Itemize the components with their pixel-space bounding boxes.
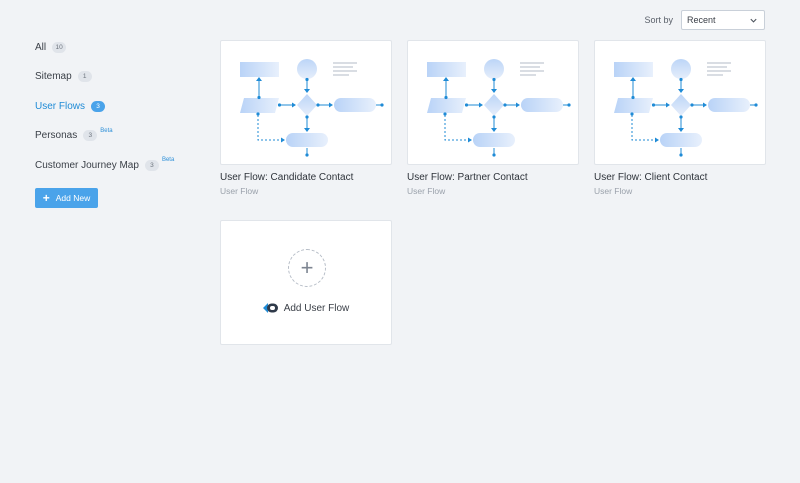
add-new-button[interactable]: + Add New — [35, 187, 98, 208]
chevron-down-icon — [750, 18, 757, 23]
flow-diagram-thumbnail — [408, 41, 579, 165]
count-badge: 3 — [144, 159, 159, 171]
count-badge: 10 — [52, 41, 67, 53]
card-title[interactable]: User Flow: Partner Contact — [407, 172, 579, 183]
count-badge: 3 — [83, 130, 98, 141]
sidebar-item-customer-journey-map[interactable]: Customer Journey Map 3 Beta — [35, 157, 205, 172]
card-thumbnail[interactable] — [407, 40, 579, 165]
beta-badge: Beta — [161, 157, 175, 163]
user-flow-card[interactable]: User Flow: Candidate Contact User Flow — [220, 40, 392, 196]
card-type: User Flow — [594, 186, 633, 196]
card-title[interactable]: User Flow: Candidate Contact — [220, 172, 392, 183]
sort-select[interactable]: Recent — [681, 10, 765, 30]
sidebar-item-label: All — [35, 41, 47, 53]
sidebar-item-label: Sitemap — [35, 71, 72, 82]
add-user-flow-card[interactable]: + Add User Flow — [220, 220, 392, 345]
sidebar-item-label: Personas — [35, 130, 78, 141]
card-thumbnail[interactable] — [594, 40, 766, 165]
count-badge: 3 — [91, 100, 106, 112]
add-user-flow-label-row: Add User Flow — [221, 302, 391, 314]
plus-icon[interactable]: + — [288, 249, 326, 287]
user-flow-card[interactable]: User Flow: Client Contact User Flow — [594, 40, 766, 196]
add-new-label: Add New — [55, 192, 91, 203]
card-title[interactable]: User Flow: Client Contact — [594, 172, 766, 183]
sidebar-item-personas[interactable]: Personas 3 Beta — [35, 127, 205, 143]
sidebar-item-label: User Flows — [35, 100, 86, 112]
sidebar-item-all[interactable]: All 10 — [35, 40, 205, 54]
sort-value: Recent — [687, 15, 716, 25]
add-user-flow-label: Add User Flow — [283, 302, 350, 314]
sort-label: Sort by — [644, 15, 673, 25]
plus-icon: + — [42, 190, 50, 205]
sidebar-item-label: Customer Journey Map — [35, 159, 139, 171]
user-flow-card[interactable]: User Flow: Partner Contact User Flow — [407, 40, 579, 196]
card-type: User Flow — [220, 186, 259, 196]
card-thumbnail[interactable] — [220, 40, 392, 165]
sidebar: All 10 Sitemap 1 User Flows 3 Personas 3… — [35, 40, 205, 208]
count-badge: 1 — [77, 71, 92, 82]
user-flow-icon — [262, 303, 278, 313]
card-type: User Flow — [407, 186, 446, 196]
sidebar-item-user-flows[interactable]: User Flows 3 — [35, 99, 205, 113]
flow-diagram-thumbnail — [221, 41, 392, 165]
sidebar-item-sitemap[interactable]: Sitemap 1 — [35, 70, 205, 84]
flow-diagram-thumbnail — [595, 41, 766, 165]
sort-control: Sort by Recent — [644, 10, 765, 30]
beta-badge: Beta — [100, 127, 113, 134]
